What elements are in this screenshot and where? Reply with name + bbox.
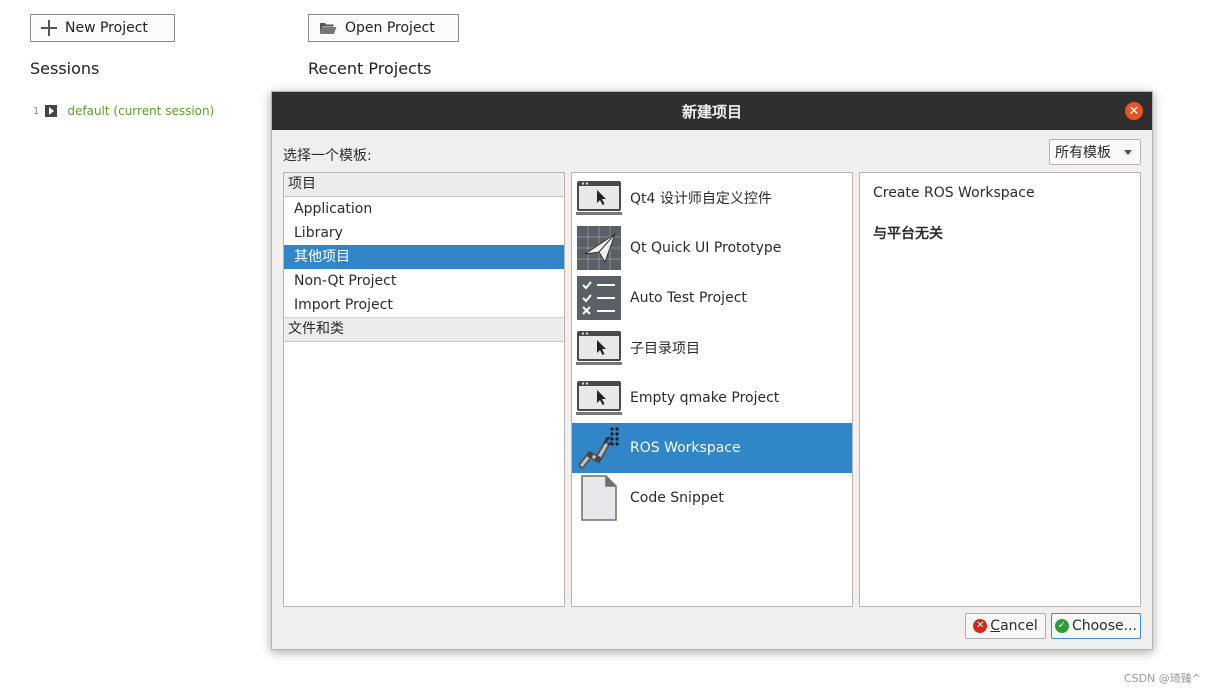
template-item-ros-workspace[interactable]: ROS Workspace xyxy=(572,423,852,473)
robot-arm-icon xyxy=(576,425,622,471)
monitor-cursor-icon xyxy=(576,325,622,371)
cancel-label: Cancel xyxy=(990,618,1038,634)
document-icon xyxy=(576,475,622,521)
template-item-empty-qmake-project[interactable]: Empty qmake Project xyxy=(572,373,852,423)
category-header-projects[interactable]: 项目 xyxy=(284,173,564,197)
template-item-code-snippet[interactable]: Code Snippet xyxy=(572,473,852,523)
template-item-subdirs-project[interactable]: 子目录项目 xyxy=(572,323,852,373)
category-item-import-project[interactable]: Import Project xyxy=(284,293,564,317)
paper-plane-icon xyxy=(576,225,622,271)
recent-projects-title: Recent Projects xyxy=(308,59,432,78)
monitor-cursor-icon xyxy=(576,175,622,221)
checklist-icon xyxy=(576,275,622,321)
sessions-title: Sessions xyxy=(30,59,100,78)
template-label: 子目录项目 xyxy=(630,341,700,357)
dialog-title-bar[interactable]: 新建项目 ✕ xyxy=(272,92,1152,130)
check-icon: ✓ xyxy=(1054,619,1069,633)
session-item[interactable]: 1 default (current session) xyxy=(33,104,214,118)
new-project-dialog: 新建项目 ✕ 选择一个模板: 所有模板 项目 Application Libra… xyxy=(271,91,1153,650)
choose-template-label: 选择一个模板: xyxy=(283,148,372,164)
template-description-panel: Create ROS Workspace 与平台无关 xyxy=(859,172,1141,607)
open-project-button[interactable]: Open Project xyxy=(308,14,459,42)
category-list[interactable]: 项目 Application Library 其他项目 Non-Qt Proje… xyxy=(283,172,565,607)
new-project-label: New Project xyxy=(65,20,148,36)
category-header-files-classes[interactable]: 文件和类 xyxy=(284,317,564,342)
description-platform: 与平台无关 xyxy=(873,226,943,242)
chevron-down-icon xyxy=(1124,150,1132,155)
template-list[interactable]: Qt4 设计师自定义控件 Qt Quick UI Prototype Auto … xyxy=(571,172,853,607)
template-label: Code Snippet xyxy=(630,490,724,506)
cancel-icon: ✕ xyxy=(973,619,988,633)
dialog-title: 新建项目 xyxy=(681,102,742,121)
choose-button[interactable]: ✓ Choose... xyxy=(1051,613,1141,639)
new-project-button[interactable]: New Project xyxy=(30,14,175,42)
template-filter-value: 所有模板 xyxy=(1055,145,1111,161)
template-item-auto-test-project[interactable]: Auto Test Project xyxy=(572,273,852,323)
category-item-other-projects[interactable]: 其他项目 xyxy=(284,245,564,269)
choose-label: Choose... xyxy=(1071,618,1138,634)
session-play-icon xyxy=(45,105,58,117)
watermark: CSDN @琦臻^ xyxy=(1123,672,1201,685)
category-item-non-qt-project[interactable]: Non-Qt Project xyxy=(284,269,564,293)
template-label: Qt Quick UI Prototype xyxy=(630,240,782,256)
category-item-application[interactable]: Application xyxy=(284,197,564,221)
open-project-label: Open Project xyxy=(345,20,435,36)
template-item-qt-quick-ui-prototype[interactable]: Qt Quick UI Prototype xyxy=(572,223,852,273)
template-label: ROS Workspace xyxy=(630,440,741,456)
folder-open-icon xyxy=(320,23,337,34)
cancel-button[interactable]: ✕ Cancel xyxy=(965,613,1046,639)
plus-icon xyxy=(41,20,57,36)
close-icon[interactable]: ✕ xyxy=(1125,102,1143,120)
template-filter-select[interactable]: 所有模板 xyxy=(1049,139,1141,165)
template-label: Empty qmake Project xyxy=(630,390,780,406)
template-label: Qt4 设计师自定义控件 xyxy=(630,191,772,207)
template-label: Auto Test Project xyxy=(630,290,747,306)
session-name[interactable]: default (current session) xyxy=(67,104,214,118)
template-item-qt4-designer-widget[interactable]: Qt4 设计师自定义控件 xyxy=(572,173,852,223)
monitor-cursor-icon xyxy=(576,375,622,421)
description-title: Create ROS Workspace xyxy=(873,185,1035,201)
category-item-library[interactable]: Library xyxy=(284,221,564,245)
session-index: 1 xyxy=(33,105,40,117)
